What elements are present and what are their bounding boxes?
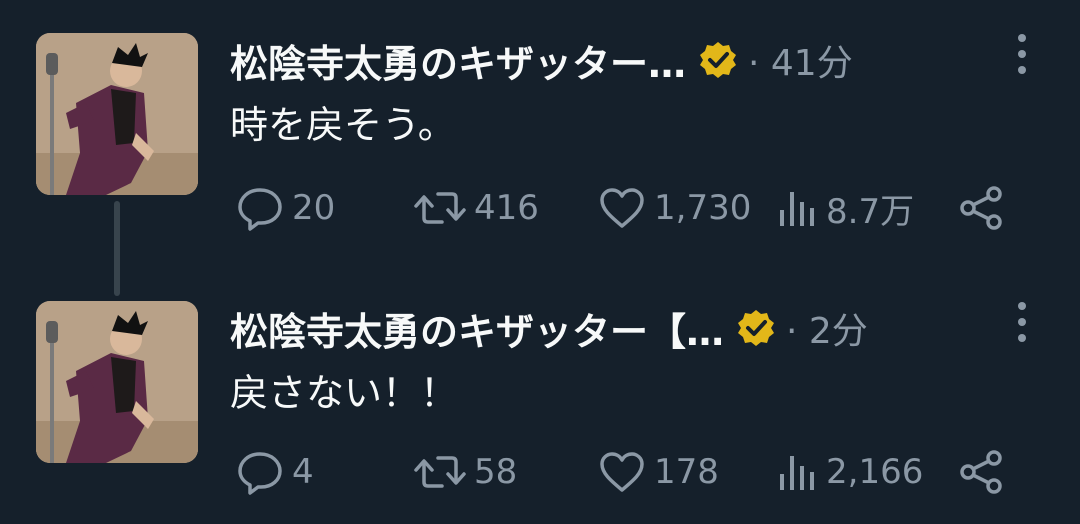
timestamp[interactable]: · 41分 — [748, 34, 853, 86]
reply-icon — [238, 452, 282, 495]
reply-icon — [238, 188, 282, 231]
tweet-header: 松陰寺太勇のキザッター【… · 2分 — [230, 298, 868, 358]
tweet-thread: 松陰寺太勇のキザッター… · 41分 時を戻そう。 20 416 1,730 8… — [0, 0, 1080, 524]
views-button[interactable]: 8.7万 — [776, 180, 914, 236]
timestamp[interactable]: · 2分 — [786, 302, 868, 354]
views-count: 8.7万 — [826, 191, 915, 232]
tweet[interactable]: 松陰寺太勇のキザッター… · 41分 時を戻そう。 20 416 1,730 8… — [0, 0, 1080, 268]
share-button[interactable] — [958, 444, 1006, 500]
tweet-text: 戻さない！！ — [230, 371, 459, 415]
action-bar: 4 58 178 2,166 — [230, 444, 1030, 500]
share-icon — [960, 450, 1002, 494]
avatar-image — [36, 301, 198, 463]
retweet-button[interactable]: 416 — [412, 180, 539, 236]
more-options-icon[interactable] — [1010, 302, 1034, 342]
action-bar: 20 416 1,730 8.7万 — [230, 180, 1030, 236]
avatar[interactable] — [36, 33, 198, 195]
views-button[interactable]: 2,166 — [776, 444, 923, 500]
like-count: 1,730 — [654, 188, 752, 228]
retweet-button[interactable]: 58 — [412, 444, 517, 500]
author-name[interactable]: 松陰寺太勇のキザッター… — [230, 33, 686, 88]
retweet-count: 58 — [474, 452, 518, 492]
avatar-image — [36, 33, 198, 195]
views-chart-icon — [780, 456, 814, 490]
tweet[interactable]: 松陰寺太勇のキザッター【… · 2分 戻さない！！ 4 58 178 2,166 — [0, 268, 1080, 524]
heart-icon — [600, 452, 644, 492]
tweet-text: 時を戻そう。 — [230, 103, 456, 147]
like-button[interactable]: 1,730 — [596, 180, 751, 236]
retweet-count: 416 — [474, 188, 539, 228]
tweet-header: 松陰寺太勇のキザッター… · 41分 — [230, 30, 853, 90]
share-icon — [960, 186, 1002, 230]
verified-badge-icon — [736, 308, 776, 348]
more-options-icon[interactable] — [1010, 34, 1034, 74]
retweet-icon — [414, 456, 466, 488]
reply-count: 20 — [292, 188, 336, 228]
avatar[interactable] — [36, 301, 198, 463]
verified-badge-icon — [698, 40, 738, 80]
share-button[interactable] — [958, 180, 1006, 236]
retweet-icon — [414, 192, 466, 224]
reply-button[interactable]: 20 — [234, 180, 335, 236]
heart-icon — [600, 188, 644, 228]
reply-button[interactable]: 4 — [234, 444, 314, 500]
like-button[interactable]: 178 — [596, 444, 719, 500]
views-chart-icon — [780, 192, 814, 226]
author-name[interactable]: 松陰寺太勇のキザッター【… — [230, 301, 724, 356]
reply-count: 4 — [292, 452, 314, 492]
like-count: 178 — [654, 452, 719, 492]
views-count: 2,166 — [826, 452, 924, 492]
